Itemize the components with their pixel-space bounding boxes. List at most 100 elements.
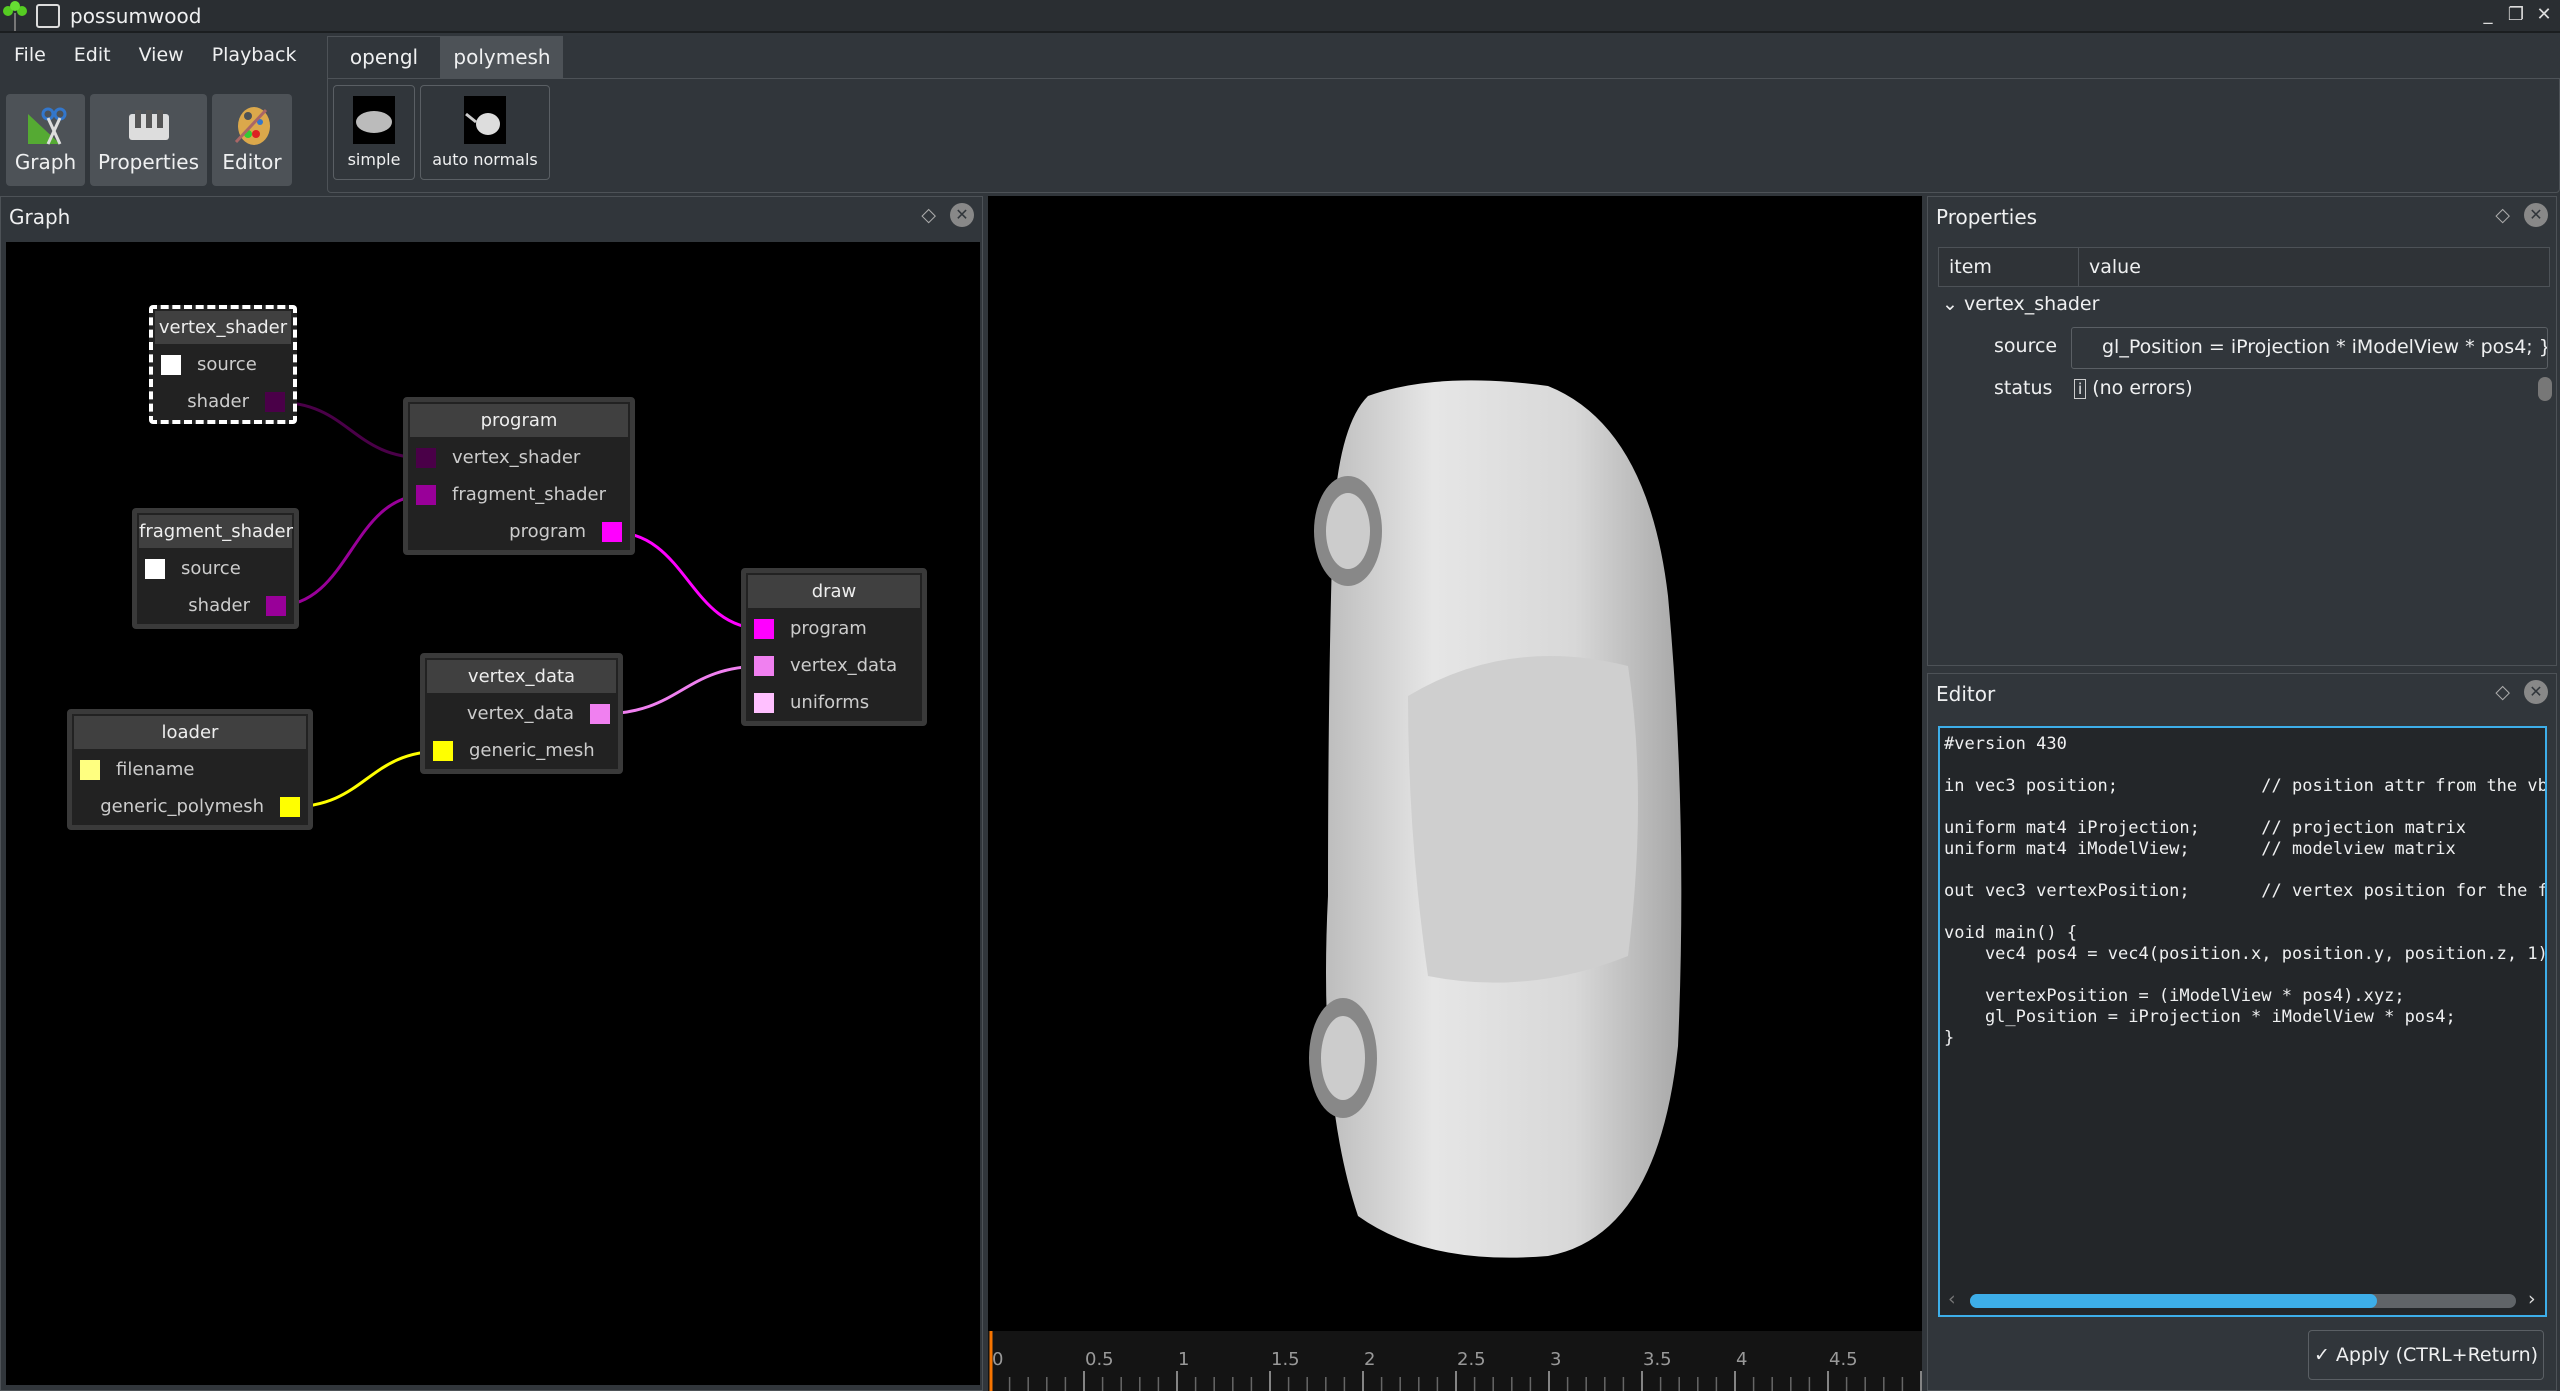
port-in[interactable] [80, 760, 100, 780]
node-title[interactable]: vertex_shader [155, 311, 291, 344]
port-in[interactable] [433, 741, 453, 761]
port-out[interactable] [280, 797, 300, 817]
port-row: source [137, 550, 294, 587]
possumwood-tree-icon [3, 0, 27, 31]
property-source-value[interactable]: gl_Position = iProjection * iModelView *… [2071, 327, 2548, 369]
toolbar-editor-label: Editor [222, 150, 282, 174]
toolbar-graph-button[interactable]: Graph [6, 94, 85, 186]
column-value[interactable]: value [2079, 248, 2151, 286]
node-loader[interactable]: loader filename generic_polymesh [67, 709, 313, 830]
port-label: source [197, 354, 257, 375]
minimize-button[interactable]: _ [2476, 4, 2500, 28]
menu-playback[interactable]: Playback [198, 38, 311, 78]
graph-panel-title: Graph [9, 205, 71, 229]
port-in[interactable] [161, 355, 181, 375]
auto-normals-button[interactable]: auto normals [420, 85, 550, 180]
close-icon[interactable]: ✕ [950, 203, 974, 227]
menu-file[interactable]: File [0, 38, 60, 78]
column-item[interactable]: item [1939, 248, 2079, 286]
port-in[interactable] [416, 448, 436, 468]
port-row: shader [137, 587, 294, 624]
node-fragment-shader[interactable]: fragment_shader source shader [132, 508, 299, 629]
scroll-right-icon[interactable]: › [2528, 1288, 2536, 1310]
port-row: program [408, 513, 630, 550]
simple-label: simple [347, 150, 401, 169]
port-out[interactable] [602, 522, 622, 542]
port-in[interactable] [754, 656, 774, 676]
port-row: vertex_shader [408, 439, 630, 476]
properties-panel-title: Properties [1936, 205, 2038, 229]
check-icon: ✓ [2313, 1344, 2330, 1366]
port-out[interactable] [266, 596, 286, 616]
graph-tools-icon [6, 102, 85, 150]
close-icon[interactable]: ✕ [2524, 680, 2548, 704]
node-vertex-shader[interactable]: vertex_shader source shader [149, 305, 297, 424]
menu-view[interactable]: View [125, 38, 198, 78]
port-row: generic_polymesh [72, 788, 308, 825]
car-model-render [1309, 380, 1682, 1258]
node-title[interactable]: vertex_data [427, 660, 616, 693]
port-out[interactable] [590, 704, 610, 724]
toolbar-editor-button[interactable]: Editor [212, 94, 292, 186]
timeline-tick-label: 3.5 [1643, 1349, 1672, 1370]
port-in[interactable] [416, 485, 436, 505]
port-row: source [153, 346, 293, 383]
node-draw[interactable]: draw program vertex_data uniforms [741, 568, 927, 726]
tree-node-vertex-shader[interactable]: ⌄ vertex_shader [1942, 293, 2099, 315]
tab-opengl[interactable]: opengl [327, 36, 441, 78]
close-window-button[interactable]: ✕ [2532, 4, 2556, 28]
menu-bar: File Edit View Playback [0, 38, 310, 78]
timeline-tick-label: 4 [1736, 1349, 1747, 1370]
simple-button[interactable]: simple [333, 85, 415, 180]
vertical-scrollbar[interactable] [2538, 377, 2552, 401]
window-menu-icon[interactable] [36, 3, 60, 28]
code-text[interactable]: #version 430 in vec3 position; // positi… [1944, 734, 2545, 1049]
port-label: vertex_data [790, 655, 898, 676]
port-in[interactable] [145, 559, 165, 579]
close-icon[interactable]: ✕ [2524, 203, 2548, 227]
float-icon[interactable]: ◇ [2495, 681, 2510, 703]
port-out[interactable] [265, 392, 285, 412]
tab-polymesh[interactable]: polymesh [441, 36, 563, 78]
timeline-tick-label: 1.5 [1271, 1349, 1300, 1370]
port-row: fragment_shader [408, 476, 630, 513]
timeline-tick-label: 0 [992, 1349, 1003, 1370]
timeline-tick-label: 3 [1550, 1349, 1561, 1370]
node-program[interactable]: program vertex_shader fragment_shader progr… [403, 397, 635, 555]
maximize-button[interactable]: ❐ [2504, 4, 2528, 28]
chevron-down-icon[interactable]: ⌄ [1942, 293, 1958, 315]
graph-canvas[interactable]: vertex_shader source shader program vertex_s… [6, 242, 980, 1385]
timeline-tick-label: 4.5 [1829, 1349, 1858, 1370]
apply-button[interactable]: ✓ Apply (CTRL+Return) [2308, 1330, 2544, 1380]
3d-viewport[interactable] [988, 196, 1922, 1331]
properties-header: item value [1938, 247, 2550, 287]
timeline[interactable]: 0 0.5 1 1.5 2 2.5 3 3.5 4 4.5 [988, 1331, 1922, 1391]
status-text: (no errors) [2092, 377, 2193, 399]
tab-pane-polymesh [327, 78, 2560, 193]
property-source-label: source [1994, 335, 2058, 357]
node-title[interactable]: draw [748, 575, 920, 608]
scrollbar-thumb[interactable] [1970, 1294, 2377, 1308]
properties-sliders-icon [90, 102, 207, 150]
info-icon: i [2074, 379, 2087, 399]
toolbar-properties-button[interactable]: Properties [90, 94, 207, 186]
node-title[interactable]: program [410, 404, 628, 437]
horizontal-scrollbar[interactable] [1970, 1294, 2516, 1308]
timeline-tick-label: 0.5 [1085, 1349, 1114, 1370]
node-title[interactable]: loader [74, 716, 306, 749]
float-icon[interactable]: ◇ [921, 204, 936, 226]
port-row: program [746, 610, 922, 647]
menu-edit[interactable]: Edit [60, 38, 125, 78]
float-icon[interactable]: ◇ [2495, 204, 2510, 226]
node-title[interactable]: fragment_shader [139, 515, 293, 548]
port-label: vertex_data [466, 703, 574, 724]
port-in[interactable] [754, 693, 774, 713]
scroll-left-icon[interactable]: ‹ [1948, 1288, 1956, 1310]
toolbar-properties-label: Properties [97, 150, 200, 174]
timeline-tick-label: 2.5 [1457, 1349, 1486, 1370]
auto-normals-label: auto normals [432, 150, 538, 169]
port-in[interactable] [754, 619, 774, 639]
timeline-ruler[interactable]: 0 0.5 1 1.5 2 2.5 3 3.5 4 4.5 [988, 1331, 1922, 1391]
node-vertex-data[interactable]: vertex_data vertex_data generic_mesh [420, 653, 623, 774]
code-editor[interactable]: #version 430 in vec3 position; // positi… [1938, 726, 2547, 1317]
